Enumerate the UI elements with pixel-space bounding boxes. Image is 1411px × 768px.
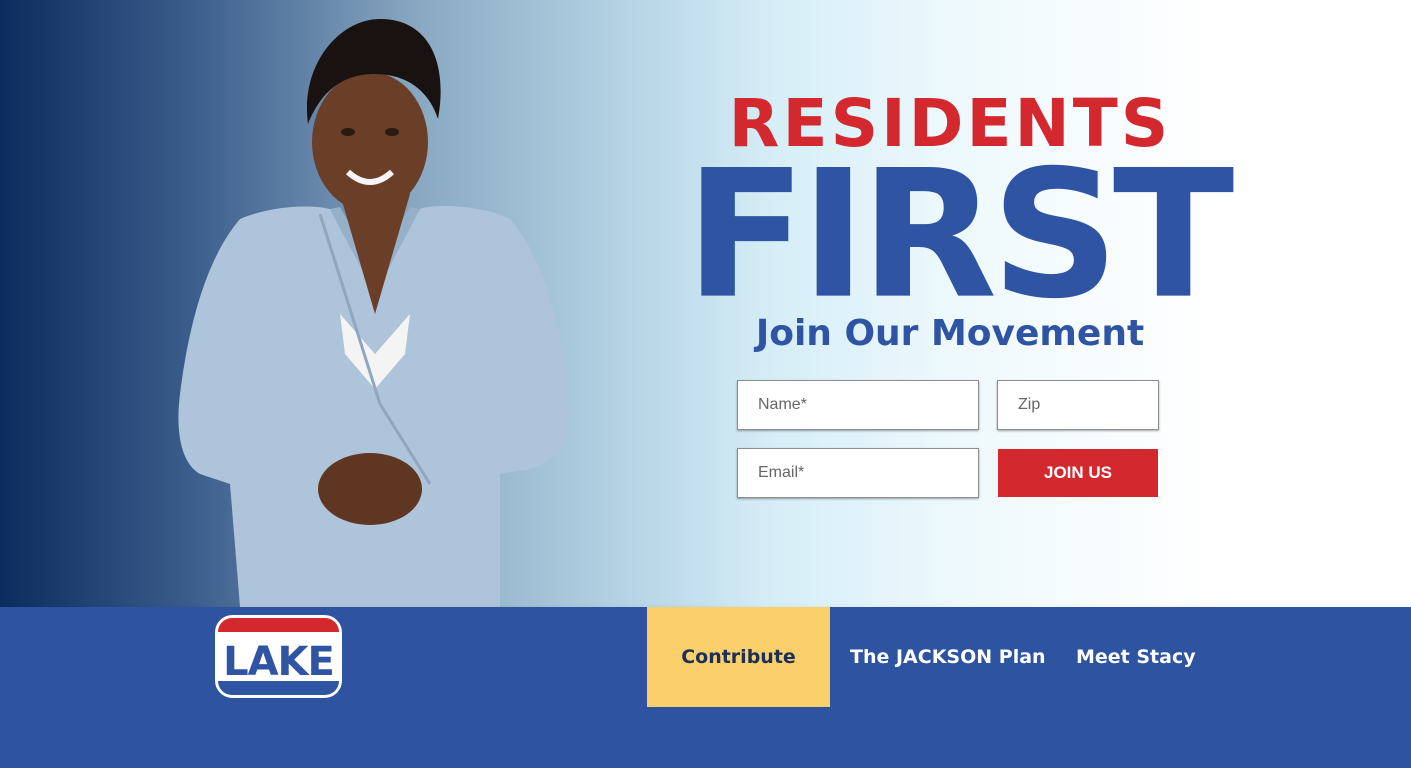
join-us-button[interactable]: JOIN US	[998, 449, 1158, 497]
hero-banner: RESIDENTS FIRST Join Our Movement JOIN U…	[0, 0, 1411, 607]
candidate-portrait	[178, 19, 571, 607]
name-field[interactable]	[737, 380, 979, 430]
logo-text: LAKE	[223, 639, 334, 685]
nav-jackson-plan[interactable]: The JACKSON Plan	[850, 607, 1046, 707]
lake-logo[interactable]: LAKE	[215, 615, 342, 698]
main-navigation: LAKE Contribute The JACKSON Plan Meet St…	[0, 607, 1411, 707]
hero-headline: RESIDENTS FIRST Join Our Movement	[685, 88, 1234, 354]
page-body-background	[0, 707, 1411, 768]
email-field[interactable]	[737, 448, 979, 498]
nav-meet-stacy[interactable]: Meet Stacy	[1076, 607, 1196, 707]
zip-field[interactable]	[997, 380, 1159, 430]
nav-contribute[interactable]: Contribute	[647, 607, 830, 707]
headline-first: FIRST	[685, 131, 1234, 338]
